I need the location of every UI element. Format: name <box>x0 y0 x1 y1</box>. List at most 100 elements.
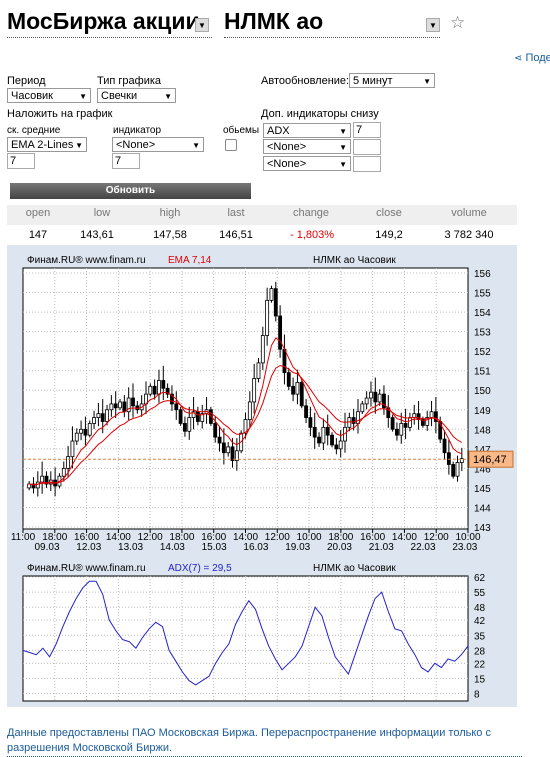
candle-body <box>446 452 451 465</box>
main-y-tick-label: 144 <box>474 503 491 514</box>
main-x-date-label: 21.03 <box>369 542 394 553</box>
candle-body <box>40 475 45 483</box>
candle-body <box>70 440 75 458</box>
main-y-tick-label: 145 <box>474 484 491 495</box>
candle-body <box>455 462 460 477</box>
candle-body <box>308 417 313 428</box>
candle-body <box>273 288 278 317</box>
candle-body <box>269 288 274 301</box>
main-y-tick-label: 151 <box>474 367 491 378</box>
adx-y-tick-label: 15 <box>474 674 486 685</box>
main-caption: НЛМК ао Часовик <box>313 255 396 266</box>
candle-body <box>105 409 109 422</box>
main-y-tick-label: 156 <box>474 269 491 280</box>
candle-body <box>118 401 122 409</box>
candle-body <box>178 409 183 424</box>
adx-y-tick-label: 55 <box>474 588 486 599</box>
candle-body <box>265 299 270 336</box>
main-x-date-label: 15.03 <box>202 542 227 553</box>
candle-body <box>100 413 105 422</box>
candle-body <box>321 426 326 444</box>
main-y-tick-label: 148 <box>474 425 491 436</box>
candle-body <box>195 411 200 422</box>
candle-body <box>92 417 96 424</box>
adx-source-label: Финам.RU® www.finam.ru <box>27 563 146 574</box>
main-y-tick-label: 153 <box>474 328 491 339</box>
main-x-date-label: 20.03 <box>327 542 352 553</box>
adx-y-tick-label: 48 <box>474 603 486 614</box>
candle-body <box>364 397 369 405</box>
candle-body <box>122 401 127 413</box>
candle-body <box>96 413 101 418</box>
candle-body <box>83 428 88 436</box>
candle-body <box>334 444 339 450</box>
adx-y-tick-label: 28 <box>474 646 486 657</box>
candle-body <box>351 417 356 424</box>
adx-y-tick-label: 62 <box>474 573 486 584</box>
candle-body <box>330 434 334 446</box>
candle-body <box>408 417 412 428</box>
candle-body <box>161 380 166 389</box>
candle-body <box>291 385 296 395</box>
candle-body <box>187 417 192 432</box>
charts-svg: Финам.RU® www.finam.ru EMA 7,14 НЛМК ао … <box>11 255 514 702</box>
candle-body <box>395 428 399 436</box>
candle-body <box>174 403 179 411</box>
candle-body <box>282 348 287 374</box>
candle-body <box>66 456 71 469</box>
candle-body <box>152 385 157 395</box>
candle-body <box>325 426 330 436</box>
candle-body <box>286 372 291 387</box>
main-y-tick-label: 150 <box>474 386 491 397</box>
main-x-date-label: 13.03 <box>118 542 143 553</box>
main-y-tick-label: 155 <box>474 289 491 300</box>
candle-body <box>35 481 40 489</box>
main-indicator-label: EMA 7,14 <box>168 255 212 266</box>
candle-body <box>226 446 231 454</box>
main-y-tick-label: 152 <box>474 347 491 358</box>
candle-body <box>403 423 408 428</box>
main-x-date-label: 14.03 <box>160 542 185 553</box>
main-x-time-label: 11:00 <box>11 532 36 543</box>
candle-body <box>148 385 153 395</box>
candle-body <box>356 411 360 424</box>
main-x-date-label: 19.03 <box>285 542 310 553</box>
candle-body <box>131 397 135 407</box>
adx-y-tick-label: 8 <box>474 690 480 701</box>
candle-body <box>87 423 92 436</box>
candle-body <box>183 423 187 432</box>
adx-indicator-label: ADX(7) = 29,5 <box>168 563 232 574</box>
adx-caption: НЛМК ао Часовик <box>313 563 396 574</box>
candle-body <box>79 428 83 434</box>
candle-body <box>295 382 300 395</box>
candle-body <box>109 403 114 411</box>
footer-disclaimer[interactable]: Данные предоставлены ПАО Московская Бирж… <box>7 726 522 757</box>
adx-y-tick-label: 22 <box>474 659 486 670</box>
candle-body <box>429 411 434 418</box>
candle-body <box>278 315 283 350</box>
candle-body <box>442 438 447 454</box>
main-y-tick-label: 154 <box>474 308 491 319</box>
candle-body <box>74 432 79 442</box>
candle-body <box>213 423 218 438</box>
candle-body <box>247 401 252 420</box>
candle-body <box>317 436 321 444</box>
adx-y-tick-label: 35 <box>474 631 486 642</box>
candle-body <box>61 467 66 477</box>
candle-body <box>399 423 404 436</box>
main-y-tick-label: 149 <box>474 406 491 417</box>
candle-body <box>377 393 382 403</box>
main-source-label: Финам.RU® www.finam.ru <box>27 255 146 266</box>
main-x-date-label: 23.03 <box>452 542 477 553</box>
candle-body <box>360 403 365 413</box>
candle-body <box>347 417 352 428</box>
candle-body <box>217 436 222 444</box>
candle-body <box>369 391 373 399</box>
candle-body <box>312 426 317 438</box>
main-x-date-label: 22.03 <box>411 542 436 553</box>
candle-body <box>390 417 395 430</box>
candle-body <box>373 391 378 403</box>
candle-body <box>221 442 226 454</box>
candle-body <box>252 378 257 403</box>
adx-y-tick-label: 42 <box>474 616 486 627</box>
